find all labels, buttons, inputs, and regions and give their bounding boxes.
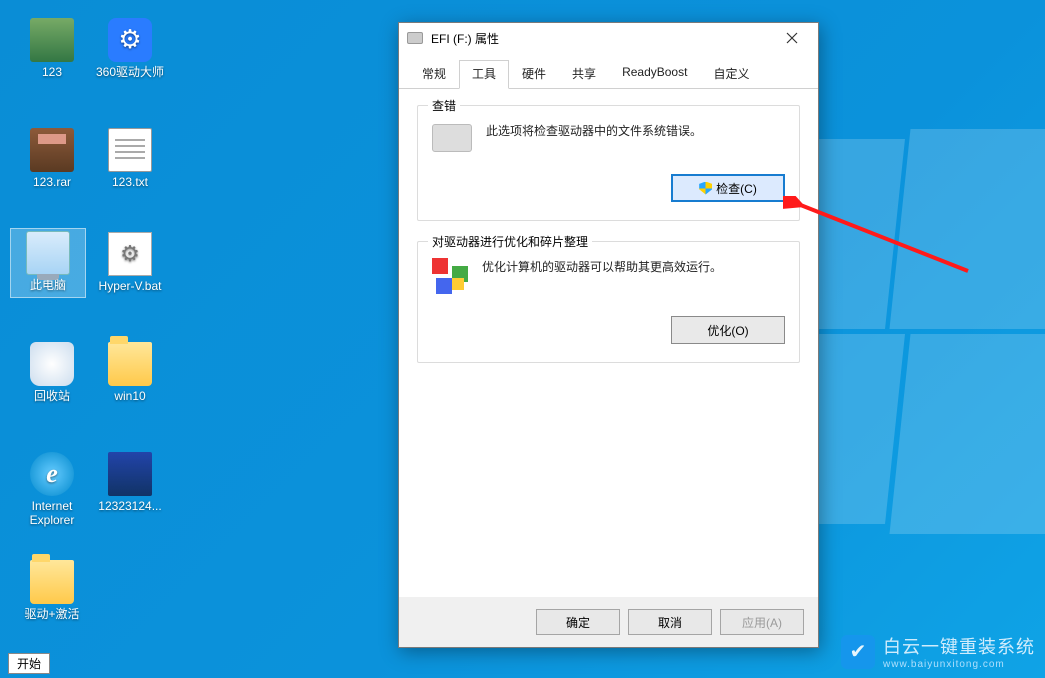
close-icon — [786, 32, 798, 44]
button-label: 检查(C) — [716, 180, 757, 197]
tab-strip: 常规 工具 硬件 共享 ReadyBoost 自定义 — [399, 53, 818, 89]
group-desc: 优化计算机的驱动器可以帮助其更高效运行。 — [482, 258, 722, 275]
tab-sharing[interactable]: 共享 — [559, 60, 609, 89]
apply-button[interactable]: 应用(A) — [720, 609, 804, 635]
icon-label: 此电脑 — [30, 278, 66, 292]
tab-hardware[interactable]: 硬件 — [509, 60, 559, 89]
icon-label: 驱动+激活 — [24, 607, 79, 621]
ok-button[interactable]: 确定 — [536, 609, 620, 635]
check-button[interactable]: 检查(C) — [671, 174, 785, 202]
dialog-body: 查错 此选项将检查驱动器中的文件系统错误。 检查(C) 对驱动器进行优化和碎片整… — [399, 89, 818, 597]
group-errorcheck: 查错 此选项将检查驱动器中的文件系统错误。 检查(C) — [417, 105, 800, 221]
optimize-icon — [432, 258, 468, 294]
button-label: 优化(O) — [707, 322, 748, 339]
desktop-icon-driver[interactable]: 驱动+激活 — [14, 560, 90, 622]
icon-label: 123.txt — [112, 175, 148, 189]
icon-label: Internet Explorer — [30, 499, 75, 527]
group-legend: 对驱动器进行优化和碎片整理 — [428, 233, 592, 250]
icon-label: 360驱动大师 — [96, 65, 164, 79]
watermark: ✔ 白云一键重装系统 www.baiyunxitong.com — [841, 633, 1035, 670]
tab-general[interactable]: 常规 — [409, 60, 459, 89]
group-legend: 查错 — [428, 97, 460, 114]
desktop-icon-img[interactable]: 12323124... — [92, 452, 168, 514]
watermark-icon: ✔ — [841, 635, 875, 669]
watermark-text: 白云一键重装系统 — [883, 633, 1035, 659]
desktop-icon-rar[interactable]: 123.rar — [14, 128, 90, 190]
desktop-icon-thispc[interactable]: 此电脑 — [10, 228, 86, 298]
tab-tools[interactable]: 工具 — [459, 60, 509, 89]
drive-icon — [407, 32, 423, 44]
desktop-icon-bat[interactable]: Hyper-V.bat — [92, 232, 168, 294]
start-button[interactable]: 开始 — [8, 653, 50, 674]
titlebar[interactable]: EFI (F:) 属性 — [399, 23, 818, 53]
desktop-icon-123[interactable]: 123 — [14, 18, 90, 80]
shield-icon — [699, 182, 712, 195]
icon-label: win10 — [114, 389, 145, 403]
cancel-button[interactable]: 取消 — [628, 609, 712, 635]
properties-dialog: EFI (F:) 属性 常规 工具 硬件 共享 ReadyBoost 自定义 查… — [398, 22, 819, 648]
icon-label: 123 — [42, 65, 62, 79]
group-optimize: 对驱动器进行优化和碎片整理 优化计算机的驱动器可以帮助其更高效运行。 优化(O) — [417, 241, 800, 363]
drive-small-icon — [432, 124, 472, 152]
dialog-footer: 确定 取消 应用(A) — [399, 597, 818, 647]
watermark-url: www.baiyunxitong.com — [883, 659, 1035, 670]
desktop-icon-ie[interactable]: Internet Explorer — [14, 452, 90, 528]
dialog-title: EFI (F:) 属性 — [431, 30, 499, 47]
tab-custom[interactable]: 自定义 — [700, 60, 762, 89]
desktop-icon-win10[interactable]: win10 — [92, 342, 168, 404]
desktop-icon-recyclebin[interactable]: 回收站 — [14, 342, 90, 404]
close-button[interactable] — [770, 24, 814, 52]
tab-readyboost[interactable]: ReadyBoost — [609, 60, 700, 89]
icon-label: Hyper-V.bat — [99, 279, 162, 293]
optimize-button[interactable]: 优化(O) — [671, 316, 785, 344]
icon-label: 123.rar — [33, 175, 71, 189]
desktop-icon-360[interactable]: 360驱动大师 — [92, 18, 168, 80]
icon-label: 12323124... — [98, 499, 161, 513]
desktop-icon-txt[interactable]: 123.txt — [92, 128, 168, 190]
group-desc: 此选项将检查驱动器中的文件系统错误。 — [486, 122, 702, 139]
icon-label: 回收站 — [34, 389, 70, 403]
